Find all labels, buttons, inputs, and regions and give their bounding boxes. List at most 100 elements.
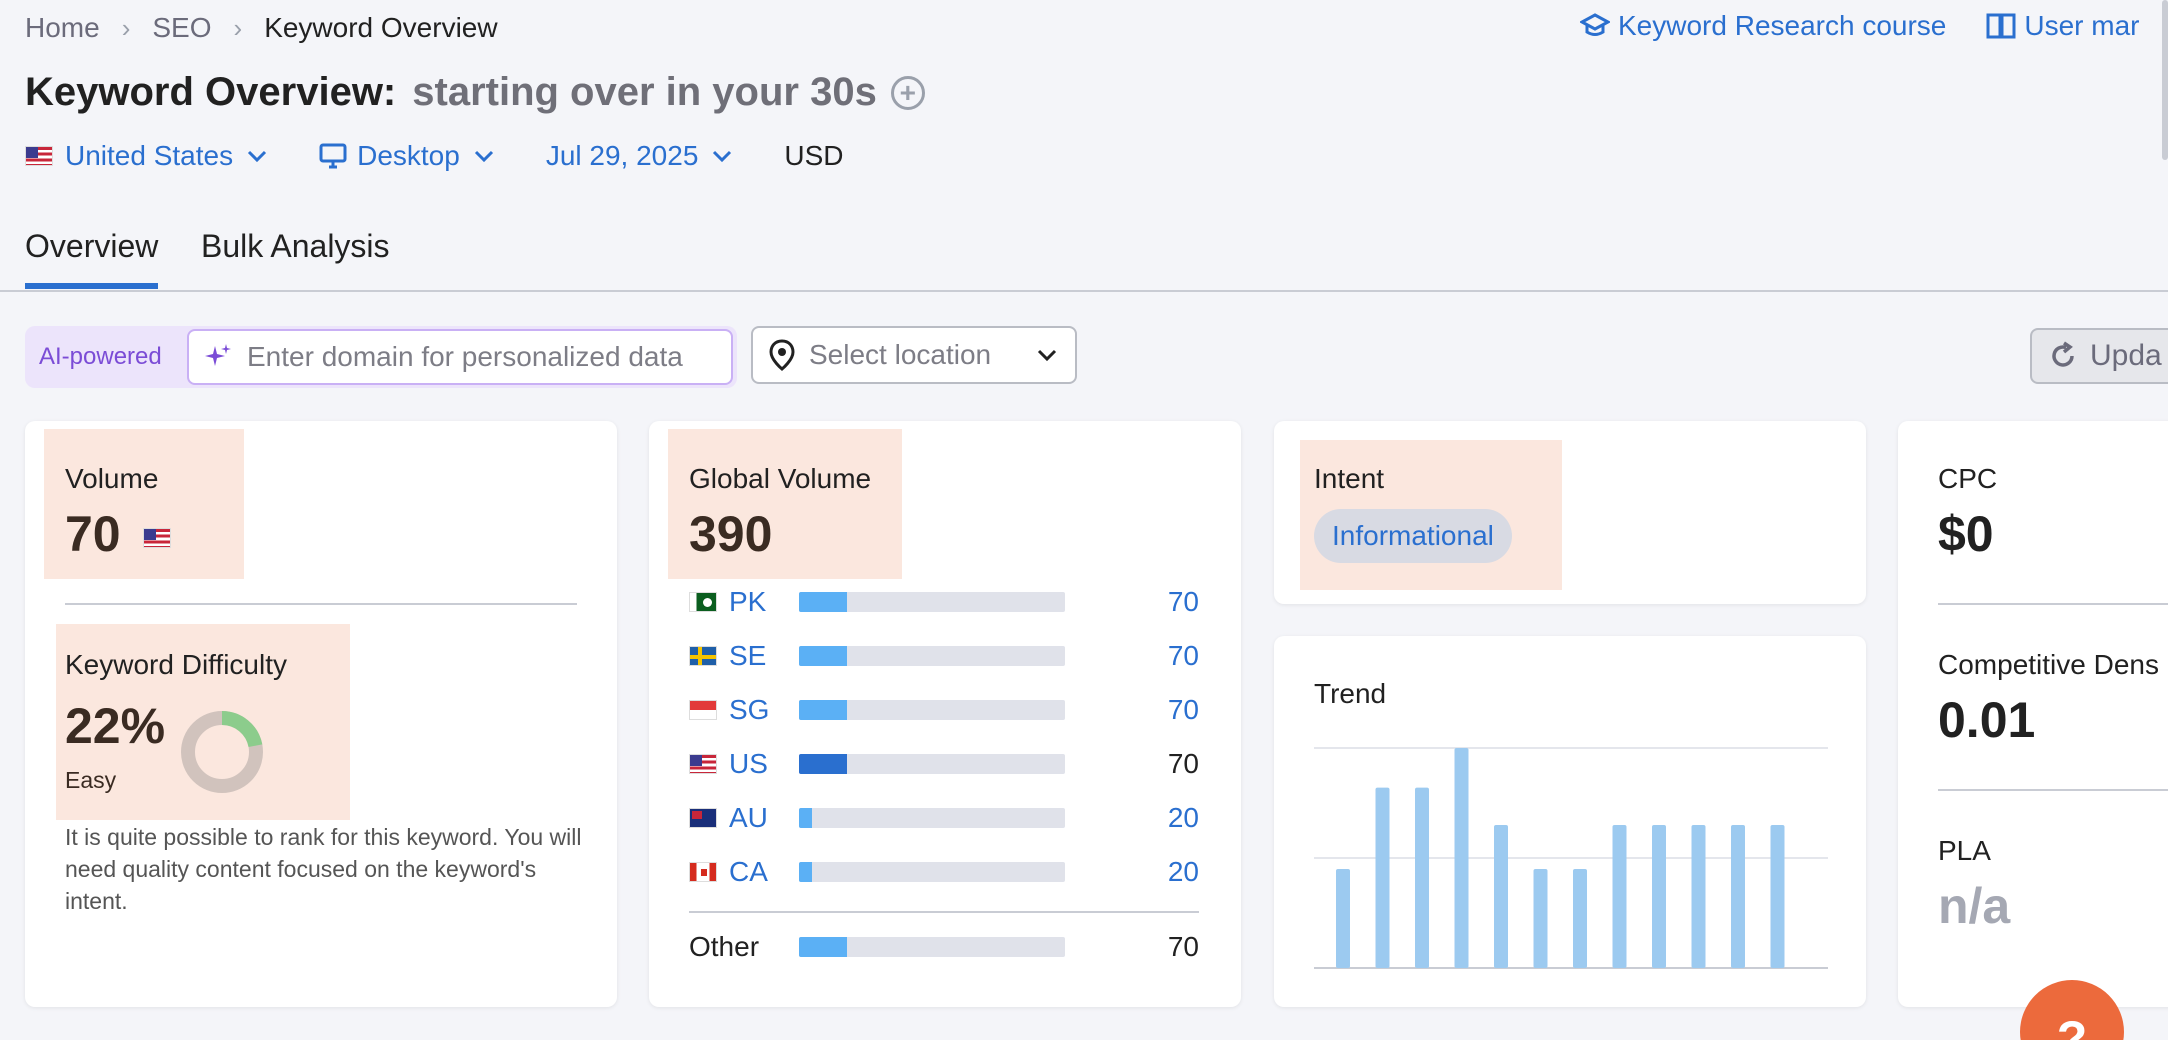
trend-bar[interactable] [1612, 825, 1627, 968]
country-code-sg[interactable]: SG [729, 694, 799, 726]
trend-bar[interactable] [1375, 787, 1390, 968]
global-volume-label: Global Volume [689, 463, 872, 494]
intent-card: Intent Informational [1274, 421, 1866, 604]
top-links: Keyword Research course User mar [1580, 10, 2168, 42]
country-bar [799, 592, 1065, 612]
trend-card: Trend [1274, 636, 1866, 1007]
country-code-pk[interactable]: PK [729, 586, 799, 618]
country-value-pk[interactable]: 70 [1168, 586, 1199, 618]
page-title: Keyword Overview: starting over in your … [25, 70, 925, 115]
country-value-sg[interactable]: 70 [1168, 694, 1199, 726]
graduation-cap-icon [1580, 13, 1610, 36]
ai-powered-bar: AI-powered [25, 326, 737, 388]
trend-bar[interactable] [1494, 825, 1508, 968]
keyword-research-course-link[interactable]: Keyword Research course [1580, 10, 1946, 42]
country-value-se[interactable]: 70 [1168, 640, 1199, 672]
breadcrumb-home[interactable]: Home [25, 12, 100, 44]
kd-description: It is quite possible to rank for this ke… [65, 824, 582, 914]
other-label: Other [689, 931, 760, 962]
country-bar [799, 862, 1065, 882]
country-bar-fill [799, 592, 847, 612]
trend-bar[interactable] [1573, 869, 1587, 968]
trend-bar[interactable] [1770, 825, 1785, 968]
kd-donut-chart [181, 711, 263, 793]
country-bar [799, 754, 1065, 774]
divider [1938, 603, 2168, 605]
chevron-down-icon [1037, 349, 1057, 362]
book-icon [1986, 13, 2016, 39]
location-placeholder: Select location [809, 339, 992, 370]
pla-value: n/a [1938, 878, 2011, 934]
trend-bar[interactable] [1652, 825, 1666, 968]
user-manual-link[interactable]: User mar [1986, 10, 2140, 42]
volume-label: Volume [65, 463, 159, 494]
keyword-text: starting over in your 30s [412, 70, 877, 114]
location-select[interactable]: Select location [751, 326, 1077, 384]
breadcrumb-seo[interactable]: SEO [152, 12, 211, 44]
tab-overview[interactable]: Overview [25, 228, 159, 289]
global-volume-value: 390 [689, 506, 773, 562]
update-button[interactable]: Upda [2030, 328, 2168, 384]
other-value: 70 [1167, 931, 1199, 962]
competitive-density-label: Competitive Dens [1938, 649, 2159, 680]
divider [65, 603, 577, 605]
cpc-label: CPC [1938, 463, 1998, 494]
pla-label: PLA [1938, 835, 1991, 866]
country-row-us: US 70 [689, 748, 1199, 780]
trend-bar[interactable] [1691, 825, 1706, 968]
divider [1938, 789, 2168, 791]
us-flag-icon [689, 754, 717, 774]
add-keyword-icon[interactable]: + [890, 75, 925, 110]
domain-input[interactable] [247, 341, 727, 373]
pk-flag-icon [689, 592, 717, 612]
desktop-icon [319, 143, 347, 169]
chevron-down-icon [713, 150, 732, 163]
domain-input-wrapper [187, 329, 733, 385]
trend-bar[interactable] [1731, 825, 1745, 968]
country-dropdown[interactable]: United States [25, 140, 267, 172]
chevron-down-icon [474, 150, 493, 163]
trend-bar[interactable] [1533, 869, 1548, 968]
device-dropdown[interactable]: Desktop [319, 140, 494, 172]
country-code-au[interactable]: AU [729, 802, 799, 834]
intent-label: Intent [1314, 463, 1385, 494]
country-value-au[interactable]: 20 [1168, 802, 1199, 834]
country-row-ca: CA 20 [689, 856, 1199, 888]
scrollbar[interactable] [2162, 0, 2168, 160]
us-flag-icon [142, 527, 171, 548]
ca-flag-icon [689, 862, 717, 882]
country-code-ca[interactable]: CA [729, 856, 799, 888]
cpc-card: CPC $0 Competitive Dens 0.01 PLA n/a [1898, 421, 2168, 1007]
breadcrumb-current: Keyword Overview [264, 12, 498, 43]
global-volume-card: Global Volume 390 PK 70 SE 70 SG 70 US 70 AU 20 CA… [649, 421, 1241, 1007]
sparkle-icon [205, 344, 231, 366]
country-bar [799, 646, 1065, 666]
filters-bar: United States Desktop Jul 29, 2025 USD [25, 140, 844, 172]
other-bar-fill [799, 937, 847, 957]
sg-flag-icon [689, 700, 717, 720]
competitive-density-value: 0.01 [1938, 692, 2036, 748]
country-row-au: AU 20 [689, 802, 1199, 834]
country-row-other: Other 70 [689, 931, 1199, 962]
trend-bar[interactable] [1336, 869, 1350, 968]
trend-label: Trend [1314, 678, 1387, 709]
trend-bar[interactable] [1415, 787, 1429, 968]
chevron-right-icon: › [121, 12, 131, 43]
volume-value: 70 [65, 505, 171, 563]
intent-badge: Informational [1314, 509, 1512, 563]
refresh-icon [2052, 341, 2074, 367]
user-manual-label: User mar [2024, 10, 2140, 41]
country-row-sg: SG 70 [689, 694, 1199, 726]
trend-bar[interactable] [1454, 748, 1469, 968]
country-label: United States [65, 140, 234, 171]
country-bar [799, 700, 1065, 720]
country-row-se: SE 70 [689, 640, 1199, 672]
country-code-us[interactable]: US [729, 748, 799, 780]
country-bar-fill [799, 808, 813, 828]
update-label: Upda [2090, 339, 2162, 372]
date-dropdown[interactable]: Jul 29, 2025 [546, 140, 733, 172]
country-value-ca[interactable]: 20 [1168, 856, 1199, 888]
tab-bulk-analysis[interactable]: Bulk Analysis [201, 228, 390, 283]
country-code-se[interactable]: SE [729, 640, 799, 672]
kd-level: Easy [65, 767, 117, 793]
